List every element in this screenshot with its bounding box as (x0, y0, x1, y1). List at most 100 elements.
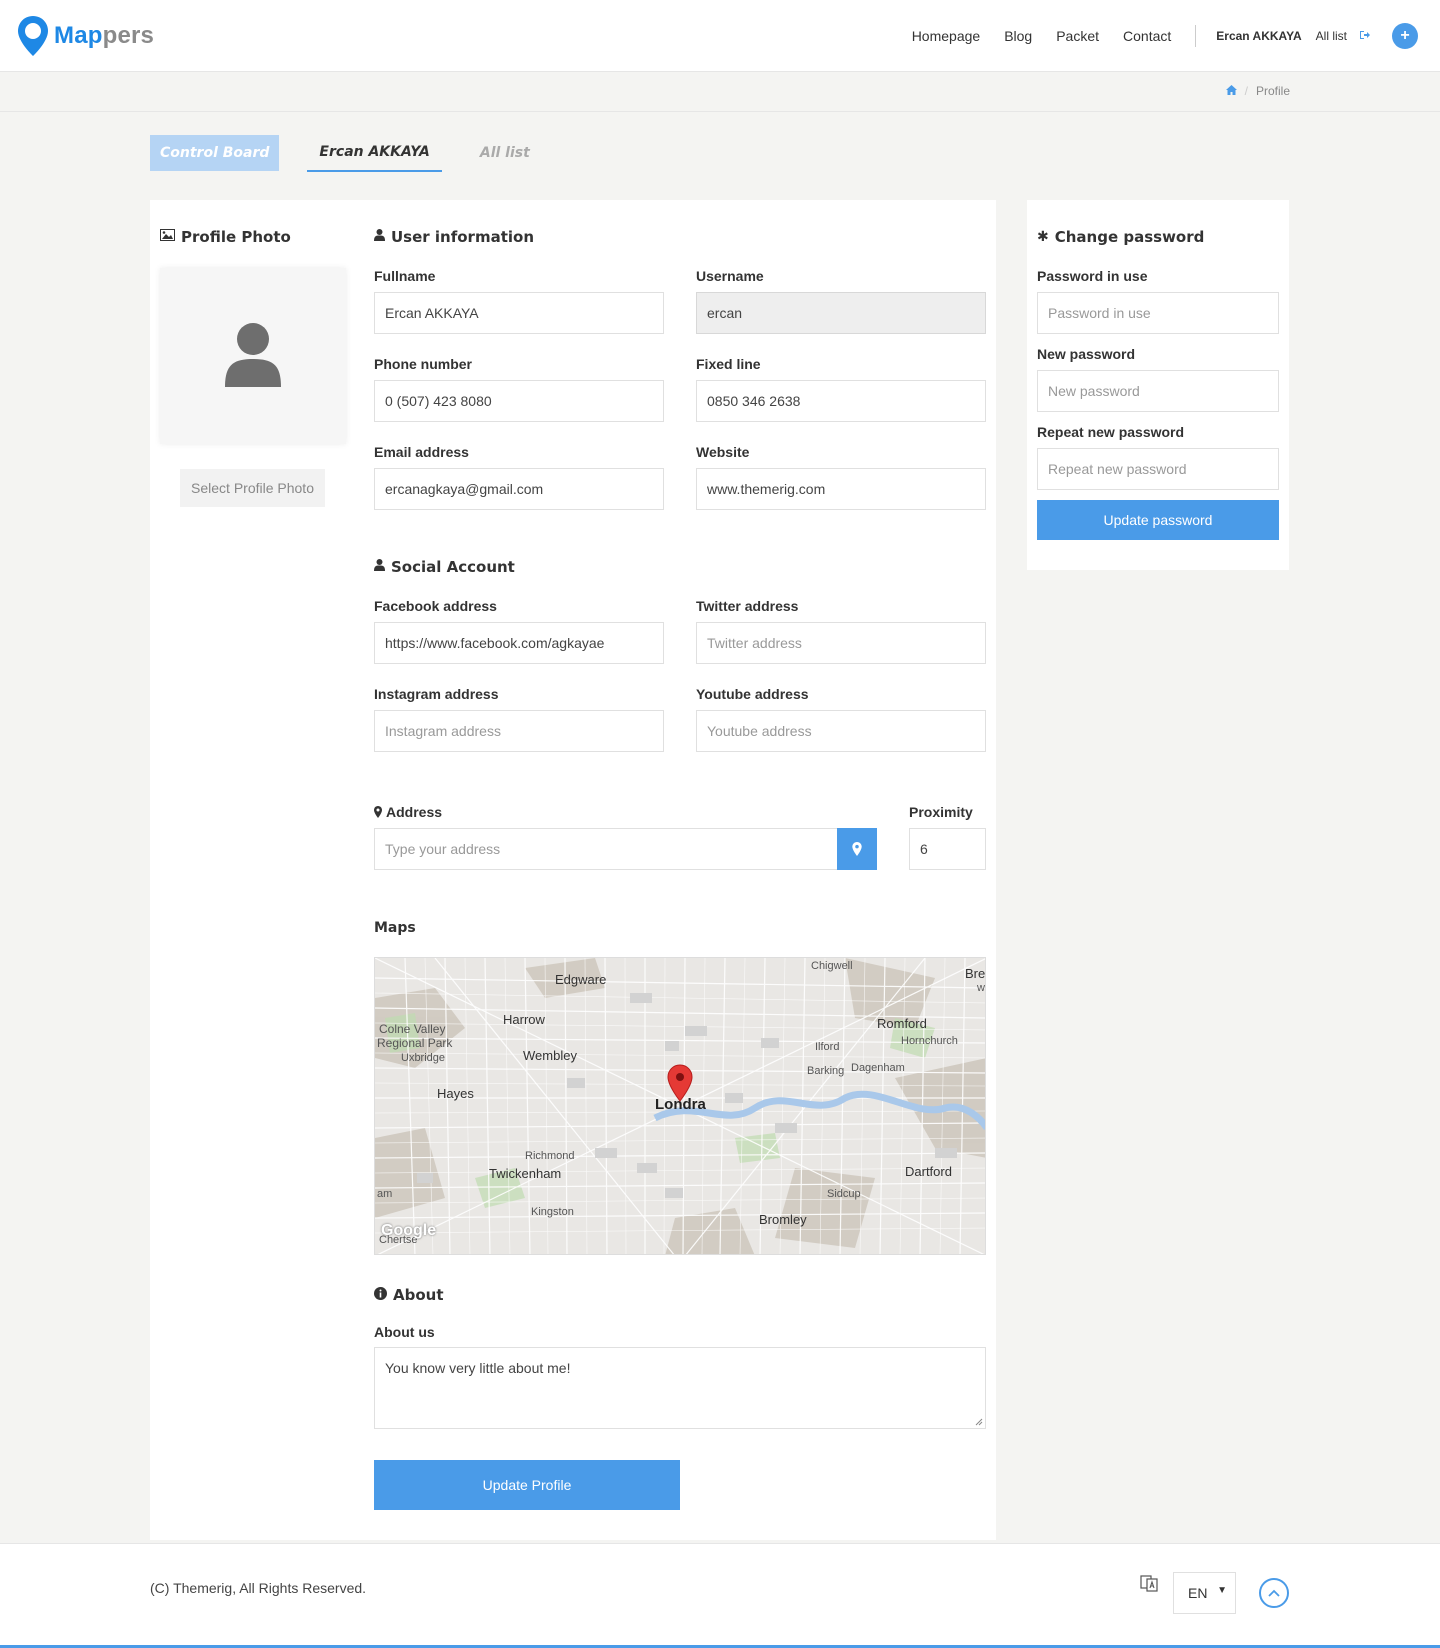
resize-handle-icon[interactable] (973, 1416, 983, 1426)
map-place-label: am (377, 1188, 393, 1200)
sign-out-icon[interactable] (1359, 29, 1370, 43)
map-marker-icon (374, 806, 382, 818)
select-profile-photo-button[interactable]: Select Profile Photo (180, 469, 325, 507)
info-icon (374, 1286, 387, 1304)
youtube-label: Youtube address (696, 686, 809, 702)
main-nav: Homepage Blog Packet Contact Ercan AKKAY… (912, 0, 1440, 72)
map-marker-icon[interactable] (667, 1064, 693, 1102)
map-place-label: Uxbridge (401, 1052, 446, 1064)
map-place-label: Bromley (759, 1212, 807, 1227)
nav-blog[interactable]: Blog (1004, 28, 1032, 44)
breadcrumb-current: Profile (1255, 84, 1290, 98)
map-place-label: Chigwell (811, 960, 853, 972)
language-value: EN (1188, 1585, 1208, 1601)
logo[interactable]: Mappers (16, 14, 154, 58)
repeat-password-field[interactable]: Repeat new password (1037, 448, 1279, 490)
profile-card: Profile Photo Select Profile Photo User … (150, 200, 996, 1540)
map-place-label: Regional Park (377, 1036, 453, 1050)
nav-homepage[interactable]: Homepage (912, 28, 981, 44)
profile-photo (160, 268, 346, 444)
user-icon (374, 559, 385, 575)
nav-contact[interactable]: Contact (1123, 28, 1171, 44)
image-icon (160, 229, 175, 245)
avatar-icon (225, 323, 281, 387)
instagram-label: Instagram address (374, 686, 499, 702)
update-profile-button[interactable]: Update Profile (374, 1460, 680, 1510)
breadcrumb-separator: / (1244, 84, 1248, 98)
about-us-textarea[interactable]: You know very little about me! (374, 1347, 986, 1429)
twitter-label: Twitter address (696, 598, 799, 614)
language-select[interactable]: EN ▼ (1173, 1572, 1236, 1614)
map-place-label: Sidcup (827, 1188, 861, 1200)
map-place-label: Ilford (815, 1041, 840, 1053)
caret-down-icon: ▼ (1217, 1585, 1227, 1596)
maps-heading: Maps (374, 920, 416, 936)
locate-address-button[interactable] (837, 828, 877, 870)
location-map[interactable]: Chigwell Edgware Harrow Colne Valley Reg… (374, 957, 986, 1255)
about-us-label: About us (374, 1324, 435, 1340)
fixed-line-field[interactable]: 0850 346 2638 (696, 380, 986, 422)
chevron-up-icon (1268, 1589, 1280, 1597)
username-label: Username (696, 268, 764, 284)
map-pin-logo-icon (18, 16, 48, 56)
phone-field[interactable]: 0 (507) 423 8080 (374, 380, 664, 422)
new-password-field[interactable]: New password (1037, 370, 1279, 412)
address-input[interactable]: Type your address (374, 828, 838, 870)
change-password-heading: ✱ Change password (1037, 228, 1205, 246)
tab-user[interactable]: Ercan AKKAYA (307, 134, 442, 172)
profile-tabs: Control Board Ercan AKKAYA All list (150, 134, 542, 172)
plus-icon: + (1400, 27, 1410, 44)
home-icon[interactable] (1225, 84, 1237, 98)
map-place-label: Edgware (555, 972, 607, 987)
website-field[interactable]: www.themerig.com (696, 468, 986, 510)
map-place-label: Colne Valley (379, 1022, 446, 1036)
facebook-label: Facebook address (374, 598, 497, 614)
map-place-label: Twickenham (489, 1166, 562, 1181)
user-information-heading: User information (374, 228, 534, 246)
nav-divider (1195, 25, 1197, 47)
brand-name: Mappers (54, 22, 155, 49)
translate-icon (1140, 1574, 1158, 1597)
nav-packet[interactable]: Packet (1056, 28, 1099, 44)
phone-label: Phone number (374, 356, 473, 372)
site-footer: (C) Themerig, All Rights Reserved. EN ▼ (0, 1543, 1440, 1648)
nav-all-list[interactable]: All list (1316, 29, 1347, 43)
about-us-text: You know very little about me! (385, 1360, 571, 1376)
map-marker-icon (852, 842, 862, 856)
password-in-use-label: Password in use (1037, 268, 1148, 284)
fullname-field[interactable]: Ercan AKKAYA (374, 292, 664, 334)
site-header: Mappers Homepage Blog Packet Contact Erc… (0, 0, 1440, 72)
map-place-label: Barking (807, 1065, 845, 1077)
profile-photo-heading: Profile Photo (160, 228, 291, 246)
tab-all-list[interactable]: All list (468, 135, 542, 171)
copyright-text: (C) Themerig, All Rights Reserved. (150, 1580, 367, 1596)
email-field[interactable]: ercanagkaya@gmail.com (374, 468, 664, 510)
about-heading: About (374, 1286, 444, 1304)
instagram-field[interactable]: Instagram address (374, 710, 664, 752)
twitter-field[interactable]: Twitter address (696, 622, 986, 664)
change-password-card: ✱ Change password Password in use Passwo… (1027, 200, 1289, 570)
email-label: Email address (374, 444, 469, 460)
repeat-password-label: Repeat new password (1037, 424, 1185, 440)
fullname-label: Fullname (374, 268, 436, 284)
youtube-field[interactable]: Youtube address (696, 710, 986, 752)
breadcrumb-bar: / Profile (0, 72, 1440, 112)
map-place-label: Wembley (523, 1048, 577, 1063)
fixed-line-label: Fixed line (696, 356, 761, 372)
map-place-label: Hayes (437, 1086, 474, 1101)
scroll-to-top-button[interactable] (1259, 1578, 1289, 1608)
add-listing-button[interactable]: + (1392, 23, 1418, 49)
update-password-button[interactable]: Update password (1037, 500, 1279, 540)
password-in-use-field[interactable]: Password in use (1037, 292, 1279, 334)
social-account-heading: Social Account (374, 558, 515, 576)
map-place-label: Dartford (905, 1164, 952, 1179)
website-label: Website (696, 444, 750, 460)
facebook-field[interactable]: https://www.facebook.com/agkayae (374, 622, 664, 664)
nav-user-name[interactable]: Ercan AKKAYA (1216, 29, 1301, 43)
tab-control-board[interactable]: Control Board (150, 135, 280, 171)
map-place-label: Kingston (531, 1206, 574, 1218)
map-place-label: Richmond (525, 1150, 575, 1162)
map-place-label: w (977, 982, 985, 994)
address-label: Address (374, 804, 442, 820)
proximity-field[interactable]: 6 (909, 828, 986, 870)
